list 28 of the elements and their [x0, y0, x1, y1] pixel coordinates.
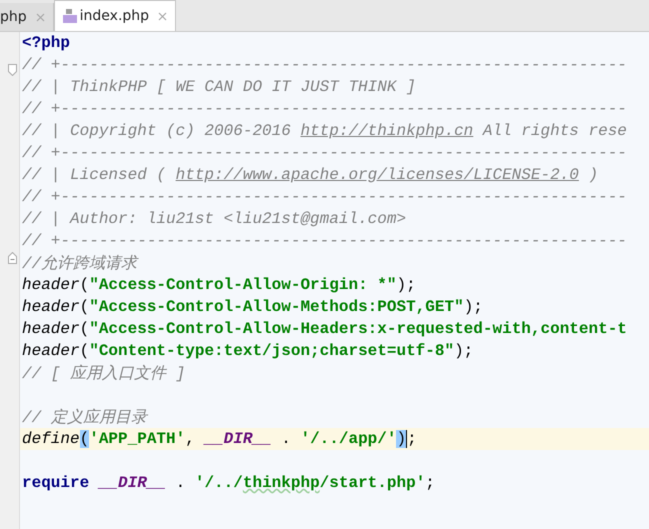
code-line: require __DIR__ . '/../thinkphp/start.php'; — [21, 474, 435, 492]
code-line: header("Access-Control-Allow-Methods:POST,GET"); — [21, 298, 483, 316]
file-tab[interactable]: index.php — [54, 0, 176, 31]
code-line: // +----------------------------------------------------------- — [21, 56, 627, 74]
code-line: // | Copyright (c) 2006-2016 http://thinkphp.cn All rights rese — [21, 122, 627, 140]
code-line: // | ThinkPHP [ WE CAN DO IT JUST THINK ] — [21, 78, 416, 96]
url-link[interactable]: http://thinkphp.cn — [300, 122, 474, 140]
code-line: // [ 应用入口文件 ] — [21, 364, 186, 384]
code-line: // +----------------------------------------------------------- — [21, 188, 627, 206]
code-line: header("Content-type:text/json;charset=utf-8"); — [21, 342, 474, 360]
code-line: // 定义应用目录 — [21, 408, 147, 428]
close-icon[interactable] — [36, 12, 45, 22]
code-line: // +----------------------------------------------------------- — [21, 100, 627, 118]
fold-icon[interactable] — [8, 252, 17, 264]
code-line: // | Licensed ( http://www.apache.org/licenses/LICENSE-2.0 ) — [21, 166, 598, 184]
code-line: // | Author: liu21st <liu21st@gmail.com> — [21, 210, 406, 228]
url-link[interactable]: http://www.apache.org/licenses/LICENSE-2.0 — [176, 166, 579, 184]
code-line: //允许跨域请求 — [21, 254, 138, 274]
code-line: header("Access-Control-Allow-Headers:x-requested-with,content-t — [21, 320, 627, 338]
text-cursor — [406, 430, 408, 448]
code-line: // +----------------------------------------------------------- — [21, 144, 627, 162]
close-icon[interactable] — [158, 12, 168, 20]
code-line: header("Access-Control-Allow-Origin: *"); — [21, 276, 416, 294]
code-line: // +----------------------------------------------------------- — [21, 232, 627, 250]
file-tab[interactable]: php — [0, 3, 54, 31]
code-line: define('APP_PATH', __DIR__ . '/../app/'); — [21, 430, 417, 448]
code-line: <?php — [21, 34, 70, 52]
fold-icon[interactable] — [8, 64, 17, 76]
